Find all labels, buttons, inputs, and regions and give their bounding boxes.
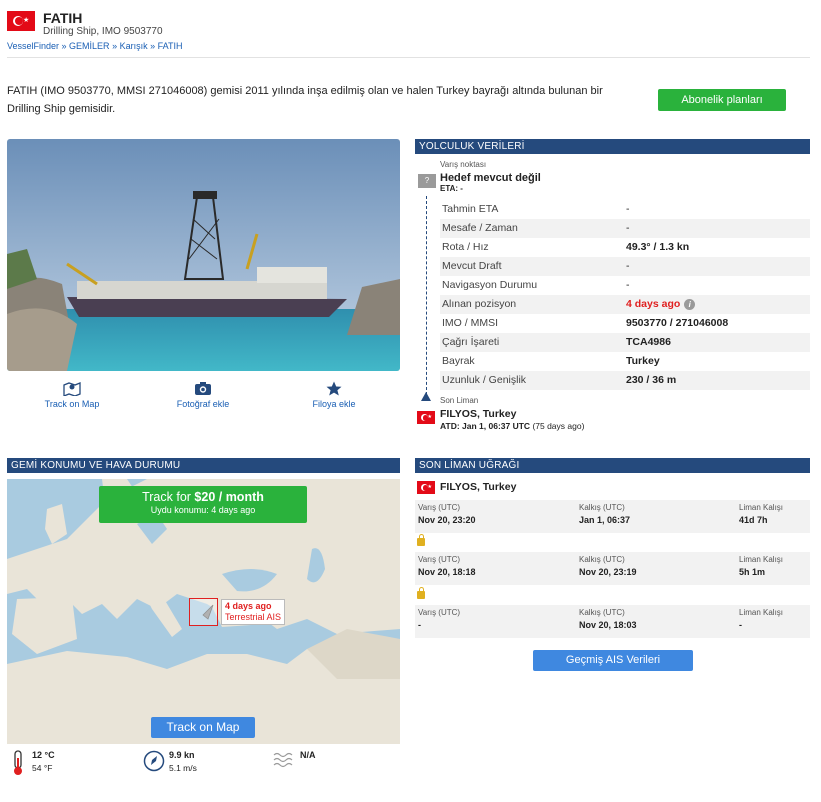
breadcrumb-current[interactable]: FATIH xyxy=(158,41,183,51)
flag-icon: ★ xyxy=(417,411,435,424)
breadcrumb-category[interactable]: Karışık xyxy=(120,41,148,51)
port-call-row: Varış (UTC) - Kalkış (UTC) Nov 20, 18:03 L… xyxy=(415,605,810,638)
compass-icon xyxy=(143,750,165,772)
lock-icon[interactable] xyxy=(417,587,425,599)
port-calls-section-header: SON LİMAN UĞRAĞI xyxy=(415,458,810,473)
info-icon[interactable]: i xyxy=(684,298,696,310)
map-icon xyxy=(63,382,81,396)
breadcrumb: VesselFinder » GEMİLER » Karışık » FATIH xyxy=(7,41,183,51)
port-name[interactable]: FILYOS, Turkey xyxy=(440,481,516,493)
track-subscription-banner[interactable]: Track for $20 / month Uydu konumu: 4 day… xyxy=(99,486,307,523)
voyage-row: Rota / Hız 49.3° / 1.3 kn xyxy=(442,241,690,253)
satellite-position-text: Uydu konumu: 4 days ago xyxy=(150,505,256,515)
track-on-map-label: Track on Map xyxy=(44,399,100,409)
position-received-value: 4 days ago xyxy=(626,298,681,310)
voyage-section-header: YOLCULUK VERİLERİ xyxy=(415,139,810,154)
voyage-row: Mevcut Draft - xyxy=(440,257,810,276)
destination-label: Varış noktası xyxy=(440,160,487,169)
add-photo-link[interactable]: Fotoğraf ekle xyxy=(158,381,248,409)
wave-widget: N/A xyxy=(273,750,316,768)
last-port-label: Son Liman xyxy=(440,396,479,405)
voyage-row: Navigasyon Durumu - xyxy=(442,279,630,291)
vessel-photo[interactable] xyxy=(7,139,400,371)
track-on-map-button[interactable]: Track on Map xyxy=(151,717,255,738)
flag-icon: ★ xyxy=(7,11,35,31)
last-port-atd: ATD: Jan 1, 06:37 UTC (75 days ago) xyxy=(440,421,585,431)
voyage-row: Alınan pozisyon 4 days ago i xyxy=(440,295,810,314)
camera-icon xyxy=(195,382,211,395)
voyage-row: IMO / MMSI 9503770 / 271046008 xyxy=(442,317,729,329)
route-line xyxy=(426,196,427,400)
unknown-destination-badge: ? xyxy=(418,174,436,188)
eta-value: ETA: - xyxy=(440,184,463,193)
waves-icon xyxy=(273,752,293,768)
breadcrumb-home[interactable]: VesselFinder xyxy=(7,41,59,51)
subscribe-button[interactable]: Abonelik planları xyxy=(658,89,786,111)
vessel-type: Drilling Ship, IMO 9503770 xyxy=(43,26,163,37)
divider xyxy=(7,57,810,58)
voyage-row: Uzunluk / Genişlik 230 / 36 m xyxy=(440,371,810,390)
voyage-row: Çağrı İşareti TCA4986 xyxy=(440,333,810,352)
star-icon xyxy=(326,381,342,396)
add-to-fleet-label: Filoya ekle xyxy=(312,399,356,409)
ais-history-button[interactable]: Geçmiş AIS Verileri xyxy=(533,650,693,671)
track-on-map-link[interactable]: Track on Map xyxy=(27,381,117,409)
temperature-widget: 12 °C 54 °F xyxy=(10,750,55,775)
flag-icon: ★ xyxy=(417,481,435,494)
vessel-name: FATIH xyxy=(43,10,83,26)
route-arrow-icon xyxy=(421,392,431,401)
wind-widget: 9.9 kn 5.1 m/s xyxy=(143,750,197,773)
voyage-row: Bayrak Turkey xyxy=(442,355,660,367)
add-to-fleet-link[interactable]: Filoya ekle xyxy=(289,381,379,409)
voyage-row: Tahmin ETA - xyxy=(442,203,630,215)
add-photo-label: Fotoğraf ekle xyxy=(176,399,230,409)
lock-icon[interactable] xyxy=(417,534,425,546)
port-call-row: Varış (UTC) Nov 20, 23:20 Kalkış (UTC) Jan… xyxy=(415,500,810,533)
vessel-position-marker[interactable] xyxy=(189,598,218,626)
destination-value: Hedef mevcut değil xyxy=(440,172,541,184)
last-port-name[interactable]: FILYOS, Turkey xyxy=(440,408,516,420)
thermometer-icon xyxy=(14,750,22,775)
breadcrumb-ships[interactable]: GEMİLER xyxy=(69,41,110,51)
position-tooltip: 4 days ago Terrestrial AIS xyxy=(221,599,286,625)
map-section-header: GEMİ KONUMU VE HAVA DURUMU xyxy=(7,458,400,473)
port-call-row: Varış (UTC) Nov 20, 18:18 Kalkış (UTC) Nov… xyxy=(415,552,810,585)
vessel-description: FATIH (IMO 9503770, MMSI 271046008) gemi… xyxy=(7,85,603,115)
voyage-row: Mesafe / Zaman - xyxy=(440,219,810,238)
